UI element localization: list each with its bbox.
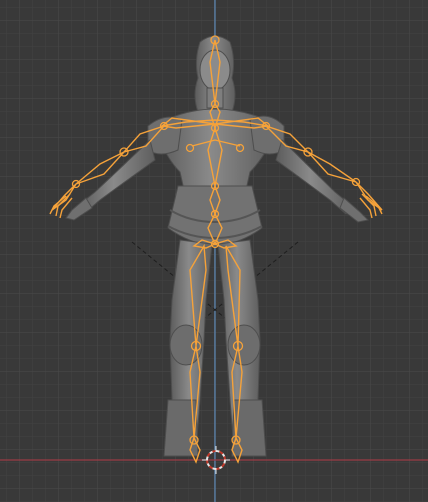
viewport-canvas[interactable] bbox=[0, 0, 428, 502]
3d-viewport[interactable] bbox=[0, 0, 428, 502]
